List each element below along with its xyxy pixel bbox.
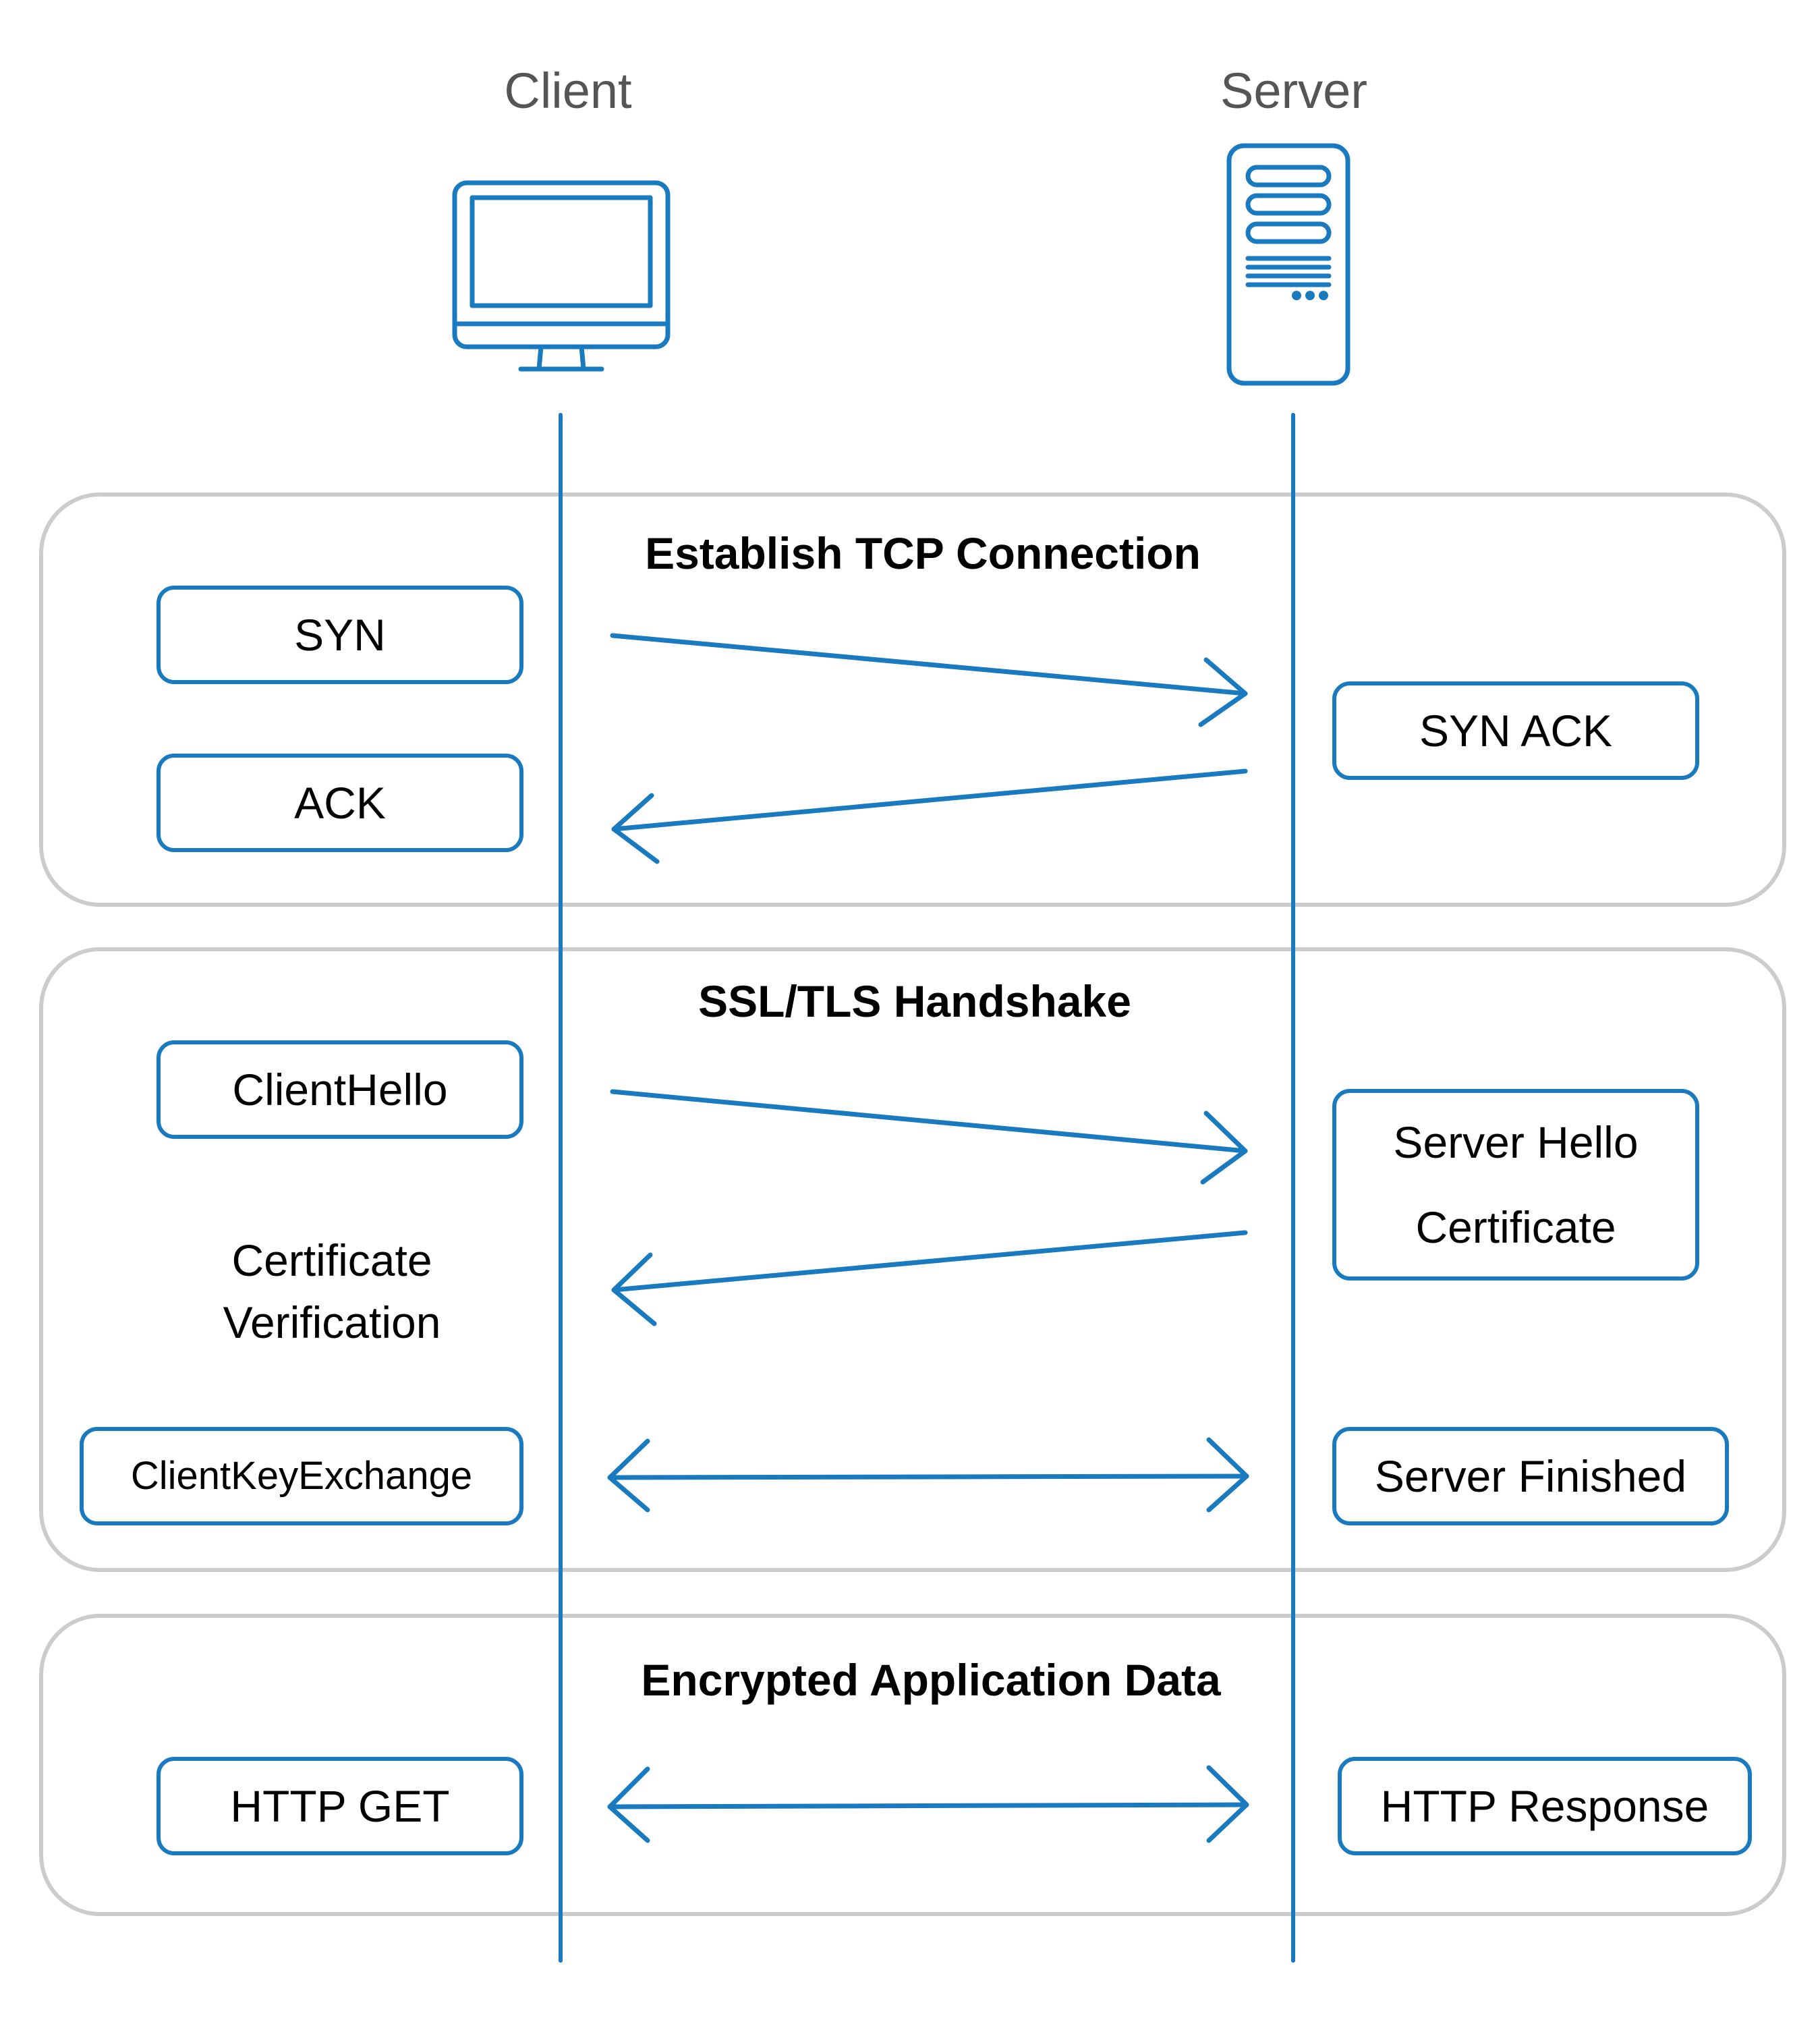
section-title-app-data: Encrypted Application Data — [641, 1655, 1221, 1705]
syn-box: SYN — [157, 586, 523, 684]
syn-ack-label: SYN ACK — [1419, 706, 1613, 756]
syn-ack-box: SYN ACK — [1332, 681, 1699, 780]
client-key-exchange-box: ClientKeyExchange — [80, 1427, 523, 1525]
section-title-tcp: Establish TCP Connection — [645, 528, 1201, 578]
client-label: Client — [504, 63, 632, 119]
ack-box: ACK — [157, 754, 523, 852]
client-key-exchange-label: ClientKeyExchange — [130, 1454, 473, 1498]
desktop-monitor-icon — [452, 180, 671, 372]
server-hello-certificate-box: Server Hello Certificate — [1332, 1089, 1699, 1281]
server-status-lights — [1292, 291, 1328, 300]
server-hello-label: Server Hello — [1393, 1117, 1639, 1167]
server-certificate-label: Certificate — [1415, 1202, 1616, 1252]
server-label: Server — [1220, 63, 1367, 119]
ack-label: ACK — [294, 778, 386, 828]
note-line-1: Certificate — [231, 1235, 432, 1285]
certificate-verification-note: Certificate Verification — [143, 1229, 521, 1353]
syn-label: SYN — [294, 610, 386, 660]
client-hello-box: ClientHello — [157, 1040, 523, 1139]
http-response-label: HTTP Response — [1380, 1781, 1709, 1831]
http-get-box: HTTP GET — [157, 1757, 523, 1855]
server-tower-icon — [1226, 143, 1350, 386]
http-get-label: HTTP GET — [230, 1781, 450, 1831]
note-line-2: Verification — [223, 1297, 441, 1347]
http-response-box: HTTP Response — [1338, 1757, 1752, 1855]
server-finished-box: Server Finished — [1332, 1427, 1729, 1525]
client-hello-label: ClientHello — [232, 1065, 448, 1115]
server-finished-label: Server Finished — [1374, 1451, 1687, 1501]
section-title-tls: SSL/TLS Handshake — [698, 976, 1131, 1026]
